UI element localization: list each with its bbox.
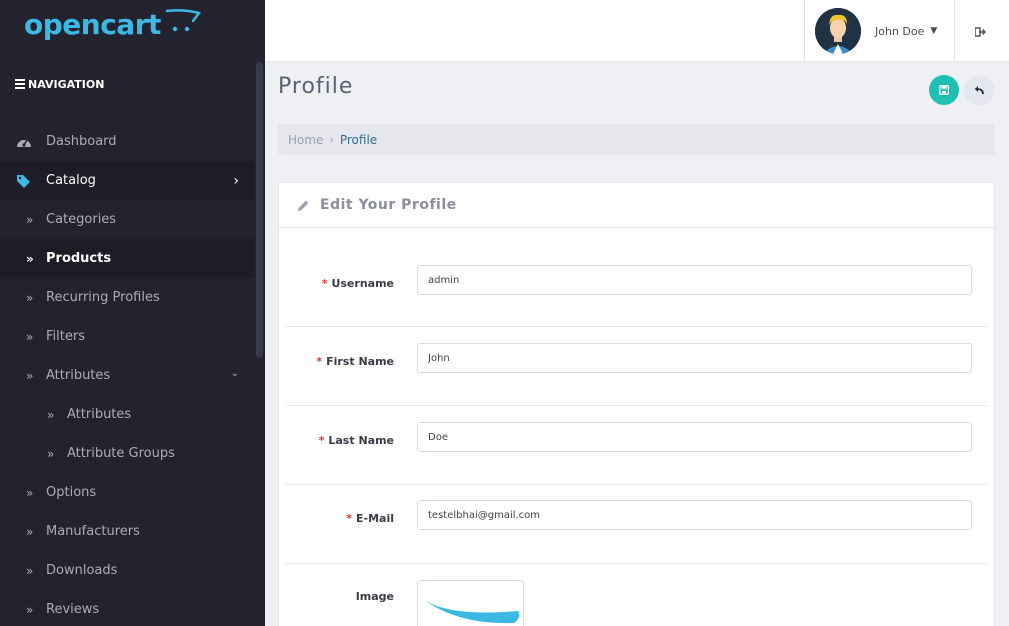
first-name-input[interactable]: [417, 343, 972, 373]
username-input[interactable]: [417, 265, 972, 295]
sidebar-scrollbar[interactable]: [256, 62, 263, 358]
edit-profile-panel: Edit Your Profile *Username *First Name …: [278, 182, 995, 626]
save-icon: [939, 85, 949, 95]
sidebar-item-attributes[interactable]: » Attributes ⌄: [0, 356, 255, 395]
sidebar-item-attributes-sub[interactable]: » Attributes: [0, 395, 255, 434]
double-chevron-icon: »: [26, 290, 34, 305]
navigation-heading: NAVIGATION: [15, 77, 104, 91]
back-button[interactable]: [964, 75, 994, 105]
last-name-row: * Last Name: [285, 406, 988, 485]
sidebar: opencart NAVIGATION Dashboard Catalog › …: [0, 0, 265, 626]
logout-button[interactable]: [965, 22, 995, 42]
double-chevron-icon: »: [26, 524, 34, 539]
sidebar-item-dashboard[interactable]: Dashboard: [0, 122, 255, 161]
double-chevron-icon: »: [47, 407, 55, 422]
sidebar-item-options[interactable]: » Options: [0, 473, 255, 512]
image-label: Image: [355, 590, 394, 603]
last-name-input[interactable]: [417, 422, 972, 452]
save-button[interactable]: [929, 75, 959, 105]
double-chevron-icon: »: [26, 251, 34, 266]
username-row: * Username: [285, 228, 988, 327]
reply-icon: [974, 86, 984, 95]
chevron-down-icon: ⌄: [230, 368, 239, 379]
sidebar-item-reviews[interactable]: » Reviews: [0, 590, 255, 626]
opencart-swoosh-image: [423, 599, 520, 624]
last-name-label: * Last Name: [318, 434, 394, 447]
pencil-icon: [298, 200, 309, 211]
sidebar-item-downloads[interactable]: » Downloads: [0, 551, 255, 590]
page-title: Profile: [278, 74, 354, 99]
chevron-right-icon: ›: [233, 173, 239, 189]
double-chevron-icon: »: [47, 446, 55, 461]
dashboard-icon: [0, 135, 46, 149]
username-label: * Username: [321, 277, 394, 290]
sidebar-item-products[interactable]: » Products: [0, 239, 255, 278]
double-chevron-icon: »: [26, 602, 34, 617]
tags-icon: [0, 174, 46, 188]
cart-logo-icon: [165, 9, 201, 32]
sidebar-item-categories[interactable]: » Categories: [0, 200, 255, 239]
breadcrumb: Home › Profile: [278, 124, 995, 155]
breadcrumb-home[interactable]: Home: [288, 133, 323, 147]
sign-out-icon: [974, 27, 986, 37]
double-chevron-icon: »: [26, 485, 34, 500]
opencart-logo[interactable]: opencart: [24, 4, 201, 44]
panel-title: Edit Your Profile: [320, 197, 457, 213]
double-chevron-icon: »: [26, 329, 34, 344]
caret-down-icon: ▼: [930, 26, 938, 36]
profile-image-thumbnail[interactable]: [417, 580, 524, 626]
sidebar-item-catalog[interactable]: Catalog ›: [0, 161, 255, 200]
first-name-label: * First Name: [316, 355, 394, 368]
user-name: John Doe: [875, 24, 925, 38]
breadcrumb-current[interactable]: Profile: [340, 133, 377, 147]
double-chevron-icon: »: [26, 212, 34, 227]
image-row: Image: [285, 564, 988, 626]
double-chevron-icon: »: [26, 368, 34, 383]
breadcrumb-separator: ›: [329, 133, 334, 146]
sidebar-item-recurring-profiles[interactable]: » Recurring Profiles: [0, 278, 255, 317]
email-label: * E-Mail: [346, 512, 394, 525]
first-name-row: * First Name: [285, 327, 988, 406]
avatar: [815, 8, 861, 54]
email-row: * E-Mail: [285, 485, 988, 564]
panel-heading: Edit Your Profile: [279, 183, 994, 228]
top-header: John Doe ▼: [265, 0, 1009, 62]
email-input[interactable]: [417, 500, 972, 530]
sidebar-menu: Dashboard Catalog › » Categories » Produ…: [0, 122, 255, 626]
sidebar-item-attribute-groups[interactable]: » Attribute Groups: [0, 434, 255, 473]
sidebar-item-manufacturers[interactable]: » Manufacturers: [0, 512, 255, 551]
double-chevron-icon: »: [26, 563, 34, 578]
user-menu[interactable]: John Doe ▼: [804, 0, 955, 62]
sidebar-item-filters[interactable]: » Filters: [0, 317, 255, 356]
menu-bars-icon: [15, 77, 25, 91]
